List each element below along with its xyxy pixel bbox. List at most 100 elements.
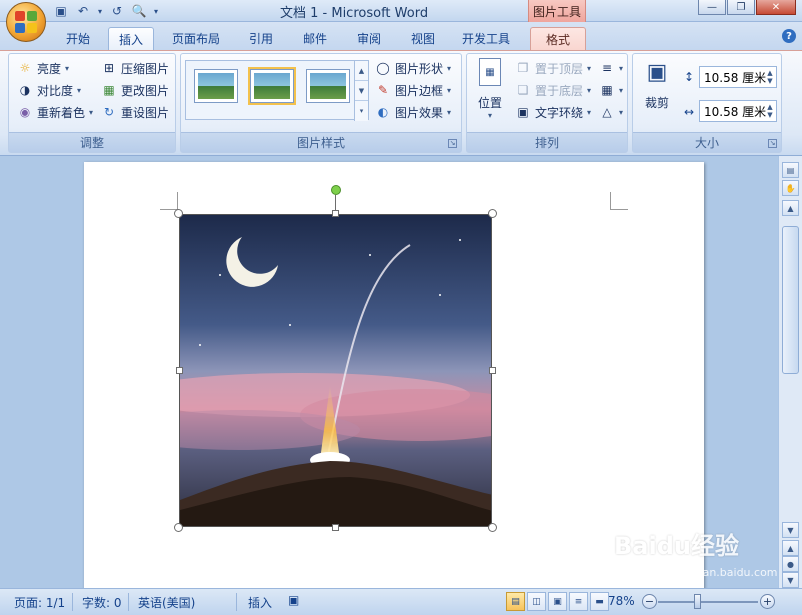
resize-handle-top-left[interactable] <box>174 209 183 218</box>
dropdown-arrow-icon[interactable]: ▾ <box>96 2 104 20</box>
outline-icon[interactable]: ≡ <box>569 592 588 611</box>
resize-handle-top-right[interactable] <box>488 209 497 218</box>
redo-icon[interactable]: ↺ <box>108 2 126 20</box>
shape-width-input[interactable]: 10.58 厘米 ▲ ▼ <box>699 100 777 122</box>
dropdown-arrow-icon: ▾ <box>619 107 624 117</box>
shape-height-input[interactable]: 10.58 厘米 ▲ ▼ <box>699 66 777 88</box>
scroll-thumb[interactable] <box>782 226 799 374</box>
print-layout-icon[interactable]: ▤ <box>506 592 525 611</box>
dialog-launcher-icon[interactable]: ↘ <box>768 139 777 148</box>
word-count[interactable]: 字数: 0 <box>82 594 122 611</box>
picture-style-thumbnail[interactable] <box>194 69 238 103</box>
help-icon[interactable]: ? <box>782 29 796 43</box>
draft-icon[interactable]: ▬ <box>590 592 609 611</box>
crop-button[interactable]: ▣ 裁剪 <box>637 58 677 124</box>
bring-to-front-button[interactable]: ❐ 置于顶层 ▾ <box>515 58 591 78</box>
picture-shape-button[interactable]: ◯ 图片形状 ▾ <box>375 58 451 78</box>
text-wrapping-button[interactable]: ▣ 文字环绕 ▾ <box>515 102 591 122</box>
group-objects-button[interactable]: ▦ ▾ <box>599 80 623 100</box>
dropdown-arrow-icon: ▾ <box>619 63 624 73</box>
tab-view[interactable]: 视图 <box>402 27 444 50</box>
customize-icon[interactable]: ▾ <box>152 2 160 20</box>
close-icon[interactable]: ✕ <box>756 0 796 15</box>
dropdown-arrow-icon: ▾ <box>77 85 82 95</box>
undo-icon[interactable]: ↶ <box>74 2 92 20</box>
next-page-icon[interactable]: ▼ <box>782 572 799 588</box>
picture-style-thumbnail[interactable] <box>250 69 294 103</box>
hand-icon[interactable]: ✋ <box>782 180 799 196</box>
quick-access-toolbar: ▣ ↶ ▾ ↺ 🔍 ▾ <box>52 2 160 20</box>
spinner-icon[interactable]: ▲ ▼ <box>764 101 776 121</box>
picture-effects-button[interactable]: ◐ 图片效果 ▾ <box>375 102 451 122</box>
compress-icon: ⊞ <box>103 61 115 75</box>
group-label-size: 大小 <box>633 132 781 152</box>
macro-record-icon[interactable]: ▣ <box>288 593 299 607</box>
restore-icon[interactable]: ❐ <box>727 0 755 15</box>
text-wrap-icon: ▣ <box>517 105 529 119</box>
ribbon: ☼ 亮度 ▾ ◑ 对比度 ▾ ◉ 重新着色 ▾ ⊞ 压缩图片 ▦ 更改图片 ↻ … <box>0 50 802 156</box>
contrast-button[interactable]: ◑ 对比度 ▾ <box>17 80 81 100</box>
tab-home[interactable]: 开始 <box>56 27 100 50</box>
tab-developer[interactable]: 开发工具 <box>456 27 516 50</box>
insert-mode[interactable]: 插入 <box>248 594 272 611</box>
rotate-button[interactable]: △ ▾ <box>599 102 623 122</box>
baidu-watermark-url: jingyan.baidu.com <box>676 566 778 579</box>
gallery-down-icon[interactable]: ▼ <box>355 81 368 101</box>
gallery-more-icon[interactable]: ▾ <box>355 101 368 121</box>
zoom-slider-handle[interactable] <box>694 594 701 609</box>
gallery-up-icon[interactable]: ▲ <box>355 61 368 81</box>
picture-style-thumbnail[interactable] <box>306 69 350 103</box>
resize-handle-bottom-right[interactable] <box>488 523 497 532</box>
page-count[interactable]: 页面: 1/1 <box>14 594 65 611</box>
dropdown-arrow-icon: ▾ <box>447 85 452 95</box>
save-icon[interactable]: ▣ <box>52 2 70 20</box>
tab-references[interactable]: 引用 <box>240 27 282 50</box>
rotate-handle[interactable] <box>331 185 341 195</box>
compress-pictures-button[interactable]: ⊞ 压缩图片 <box>101 58 169 78</box>
select-browse-object-icon[interactable]: ● <box>782 556 799 572</box>
zoom-level[interactable]: 78% <box>608 594 635 608</box>
change-picture-button[interactable]: ▦ 更改图片 <box>101 80 169 100</box>
ruler-toggle-icon[interactable]: ▤ <box>782 162 799 178</box>
align-button[interactable]: ≡ ▾ <box>599 58 623 78</box>
brightness-button[interactable]: ☼ 亮度 ▾ <box>17 58 69 78</box>
tab-page-layout[interactable]: 页面布局 <box>166 27 226 50</box>
zoom-in-icon[interactable]: + <box>760 594 775 609</box>
recolor-button[interactable]: ◉ 重新着色 ▾ <box>17 102 93 122</box>
office-button[interactable] <box>6 2 46 42</box>
picture-styles-gallery[interactable]: ▲ ▼ ▾ <box>185 60 369 121</box>
minimize-icon[interactable]: — <box>698 0 726 15</box>
spinner-icon[interactable]: ▲ ▼ <box>764 67 776 87</box>
resize-handle-bottom[interactable] <box>332 524 339 531</box>
tab-insert[interactable]: 插入 <box>108 27 154 50</box>
inserted-picture[interactable] <box>179 214 492 527</box>
tab-review[interactable]: 审阅 <box>348 27 390 50</box>
resize-handle-left[interactable] <box>176 367 183 374</box>
scroll-up-icon[interactable]: ▲ <box>782 200 799 216</box>
language-indicator[interactable]: 英语(美国) <box>138 594 195 611</box>
picture-border-button[interactable]: ✎ 图片边框 ▾ <box>375 80 451 100</box>
tab-mailings[interactable]: 邮件 <box>294 27 336 50</box>
crop-icon: ▣ <box>646 60 668 85</box>
zoom-out-icon[interactable]: − <box>642 594 657 609</box>
height-icon: ↕ <box>683 70 695 84</box>
vertical-scrollbar[interactable]: ▤ ✋ ▲ ▼ ▲ ● ▼ <box>778 156 802 588</box>
full-screen-reading-icon[interactable]: ◫ <box>527 592 546 611</box>
reset-picture-icon: ↻ <box>103 105 115 119</box>
zoom-slider[interactable] <box>658 601 758 603</box>
send-to-back-button[interactable]: ❏ 置于底层 ▾ <box>515 80 591 100</box>
previous-page-icon[interactable]: ▲ <box>782 540 799 556</box>
baidu-watermark: Baidu经验 <box>614 532 739 560</box>
print-preview-icon[interactable]: 🔍 <box>130 2 148 20</box>
dropdown-arrow-icon: ▾ <box>619 85 624 95</box>
dropdown-arrow-icon: ▾ <box>587 63 592 73</box>
tab-format[interactable]: 格式 <box>530 27 586 50</box>
web-layout-icon[interactable]: ▣ <box>548 592 567 611</box>
resize-handle-right[interactable] <box>489 367 496 374</box>
resize-handle-top[interactable] <box>332 210 339 217</box>
dialog-launcher-icon[interactable]: ↘ <box>448 139 457 148</box>
reset-picture-button[interactable]: ↻ 重设图片 <box>101 102 169 122</box>
scroll-down-icon[interactable]: ▼ <box>782 522 799 538</box>
resize-handle-bottom-left[interactable] <box>174 523 183 532</box>
position-button[interactable]: ▦ 位置 ▾ <box>473 58 507 124</box>
